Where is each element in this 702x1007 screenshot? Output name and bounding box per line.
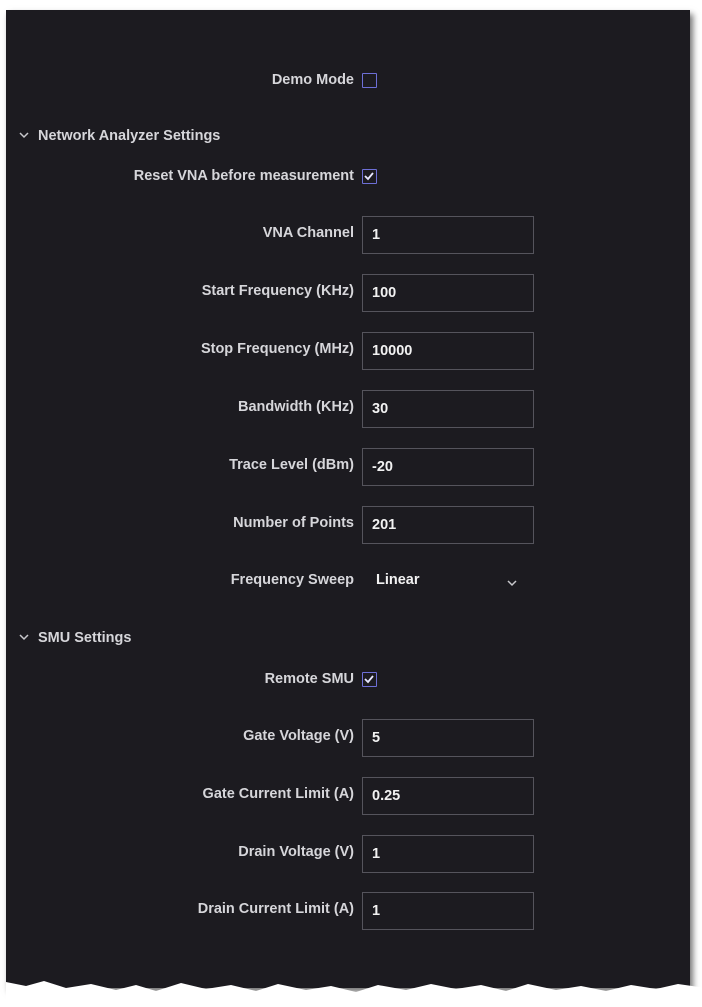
trace-level-label: Trace Level (dBm) <box>229 457 354 473</box>
stop-frequency-label: Stop Frequency (MHz) <box>200 341 354 357</box>
demo-mode-label: Demo Mode <box>271 72 354 88</box>
start-frequency-label: Start Frequency (KHz) <box>201 283 354 299</box>
remote-smu-checkbox[interactable] <box>362 672 377 687</box>
gate-voltage-label: Gate Voltage (V) <box>243 728 354 744</box>
bandwidth-label: Bandwidth (KHz) <box>238 399 354 415</box>
gate-voltage-input[interactable]: 5 <box>362 719 534 757</box>
trace-level-input[interactable]: -20 <box>362 448 534 486</box>
demo-mode-checkbox[interactable] <box>362 73 377 88</box>
start-frequency-input[interactable]: 100 <box>362 274 534 312</box>
reset-vna-label: Reset VNA before measurement <box>133 168 354 184</box>
number-of-points-label: Number of Points <box>233 515 354 531</box>
stop-frequency-input[interactable]: 10000 <box>362 332 534 370</box>
smu-section-header[interactable]: SMU Settings <box>18 630 131 646</box>
frequency-sweep-value: Linear <box>376 572 420 588</box>
settings-panel: Demo Mode Network Analyzer Settings Rese… <box>6 10 702 1002</box>
gate-current-limit-label: Gate Current Limit (A) <box>202 786 354 802</box>
network-analyzer-title: Network Analyzer Settings <box>38 128 221 144</box>
network-analyzer-section-header[interactable]: Network Analyzer Settings <box>18 128 220 144</box>
frequency-sweep-select[interactable]: Linear <box>362 562 534 598</box>
vna-channel-input[interactable]: 1 <box>362 216 534 254</box>
smu-title: SMU Settings <box>38 630 132 646</box>
chevron-down-icon <box>506 575 518 593</box>
reset-vna-checkbox[interactable] <box>362 169 377 184</box>
bandwidth-input[interactable]: 30 <box>362 390 534 428</box>
torn-edge-decoration <box>6 981 702 1002</box>
drain-voltage-label: Drain Voltage (V) <box>238 844 354 860</box>
gate-current-limit-input[interactable]: 0.25 <box>362 777 534 815</box>
vna-channel-label: VNA Channel <box>262 225 354 241</box>
drain-current-limit-input[interactable]: 1 <box>362 892 534 930</box>
frequency-sweep-label: Frequency Sweep <box>230 572 354 588</box>
drain-current-limit-label: Drain Current Limit (A) <box>197 901 354 917</box>
chevron-down-icon <box>18 630 32 646</box>
remote-smu-label: Remote SMU <box>264 671 354 687</box>
number-of-points-input[interactable]: 201 <box>362 506 534 544</box>
drain-voltage-input[interactable]: 1 <box>362 835 534 873</box>
chevron-down-icon <box>18 128 32 144</box>
